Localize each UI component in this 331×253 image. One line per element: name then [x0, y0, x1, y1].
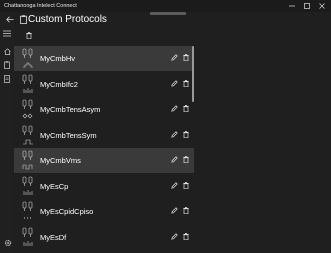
- protocol-name: MyEsCpidCpiso: [40, 207, 94, 216]
- trash-icon: [182, 79, 189, 87]
- close-button[interactable]: [314, 0, 329, 12]
- hamburger-menu-button[interactable]: [2, 28, 12, 38]
- protocol-row[interactable]: MyCmbTensAsym: [14, 97, 194, 122]
- edit-protocol-button[interactable]: [170, 79, 179, 88]
- trash-icon: [182, 232, 189, 240]
- trash-icon: [182, 207, 189, 214]
- protocol-icon: [22, 74, 34, 94]
- edit-protocol-button[interactable]: [170, 104, 179, 113]
- delete-protocol-button[interactable]: [181, 232, 190, 241]
- delete-protocol-button[interactable]: [181, 130, 190, 139]
- protocol-list: MyCmbHv MyCmbIfc2 MyCmbTensAsym MyCmbTensSy…: [14, 46, 194, 253]
- maximize-button[interactable]: [299, 0, 314, 12]
- trash-icon: [182, 156, 189, 163]
- trash-icon: [182, 105, 189, 112]
- stim-wave-bars-icon: [22, 227, 33, 246]
- minimize-icon: [288, 5, 295, 7]
- trash-icon: [182, 54, 189, 61]
- pencil-icon: [171, 232, 178, 240]
- protocol-row[interactable]: MyCmbTensSym: [14, 123, 194, 148]
- protocol-icon: [22, 201, 34, 221]
- delete-protocol-button[interactable]: [181, 79, 190, 88]
- edit-protocol-button[interactable]: [170, 232, 179, 241]
- delete-all-button[interactable]: [24, 30, 34, 40]
- list-scrollbar[interactable]: [192, 46, 194, 102]
- protocol-row[interactable]: MyCmbVms: [14, 148, 194, 173]
- stim-wave-stairs-icon: [22, 48, 33, 68]
- delete-protocol-button[interactable]: [181, 104, 190, 113]
- edit-protocol-button[interactable]: [170, 130, 179, 139]
- app-title: Chattanooga Intelect Connect: [4, 3, 77, 9]
- protocol-row[interactable]: MyCmbHv: [14, 46, 194, 71]
- pencil-icon: [171, 105, 178, 112]
- clipboard-icon: [20, 15, 27, 24]
- home-icon: [3, 47, 11, 55]
- protocol-icon: [22, 48, 34, 68]
- protocol-row[interactable]: MyEsDf: [14, 225, 194, 250]
- nav-documents-button[interactable]: [2, 74, 12, 84]
- trash-icon: [182, 181, 189, 189]
- edit-protocol-button[interactable]: [170, 53, 179, 62]
- protocol-name: MyCmbHv: [40, 54, 75, 63]
- trash-icon: [26, 31, 32, 39]
- protocol-row[interactable]: MyCmbIfc2: [14, 72, 194, 97]
- protocol-icon: [22, 227, 34, 247]
- nav-rail: [0, 12, 14, 253]
- protocol-row[interactable]: MyEsCp: [14, 174, 194, 199]
- back-button[interactable]: [4, 13, 16, 25]
- stim-wave-square-icon: [22, 150, 33, 170]
- nav-protocols-button[interactable]: [2, 60, 12, 70]
- pencil-icon: [171, 130, 178, 138]
- delete-protocol-button[interactable]: [181, 206, 190, 215]
- protocol-name: MyEsDf: [40, 232, 67, 242]
- pencil-icon: [171, 181, 178, 189]
- window-title-bar: Chattanooga Intelect Connect: [0, 0, 331, 12]
- stim-wave-dots-icon: [22, 201, 33, 219]
- protocol-name: MyCmbVms: [40, 156, 81, 165]
- pencil-icon: [171, 156, 178, 163]
- delete-protocol-button[interactable]: [181, 53, 190, 62]
- protocol-name: MyCmbTensSym: [40, 130, 97, 140]
- document-icon: [4, 75, 10, 83]
- stim-wave-bars-icon: [22, 176, 33, 195]
- page-title: Custom Protocols: [28, 14, 107, 25]
- pencil-icon: [171, 79, 178, 87]
- protocol-icon: [22, 150, 34, 170]
- edit-protocol-button[interactable]: [170, 181, 179, 190]
- list-toolbar: [24, 30, 34, 40]
- pencil-icon: [171, 207, 178, 214]
- gear-icon: [4, 239, 12, 247]
- protocol-icon: [22, 99, 34, 119]
- protocol-name: MyCmbIfc2: [40, 79, 78, 89]
- stim-wave-step-icon: [22, 125, 33, 144]
- page-header: Custom Protocols: [6, 12, 331, 28]
- protocol-row[interactable]: MyEsCpidCpiso: [14, 199, 194, 224]
- edit-protocol-button[interactable]: [170, 155, 179, 164]
- protocol-name: MyEsCp: [40, 181, 69, 191]
- delete-protocol-button[interactable]: [181, 155, 190, 164]
- stim-wave-bars-icon: [22, 74, 33, 93]
- back-arrow-icon: [6, 16, 14, 22]
- hamburger-menu-icon: [3, 30, 11, 36]
- close-icon: [318, 3, 325, 9]
- trash-icon: [182, 130, 189, 138]
- nav-home-button[interactable]: [2, 46, 12, 56]
- settings-button[interactable]: [3, 238, 13, 248]
- stim-wave-diamond-icon: [22, 99, 33, 119]
- protocol-icon: [22, 176, 34, 196]
- protocol-icon: [22, 125, 34, 145]
- maximize-icon: [303, 3, 310, 9]
- pencil-icon: [171, 54, 178, 61]
- minimize-button[interactable]: [284, 0, 299, 12]
- clipboard-icon: [4, 61, 10, 69]
- protocol-name: MyCmbTensAsym: [40, 105, 101, 114]
- delete-protocol-button[interactable]: [181, 181, 190, 190]
- edit-protocol-button[interactable]: [170, 206, 179, 215]
